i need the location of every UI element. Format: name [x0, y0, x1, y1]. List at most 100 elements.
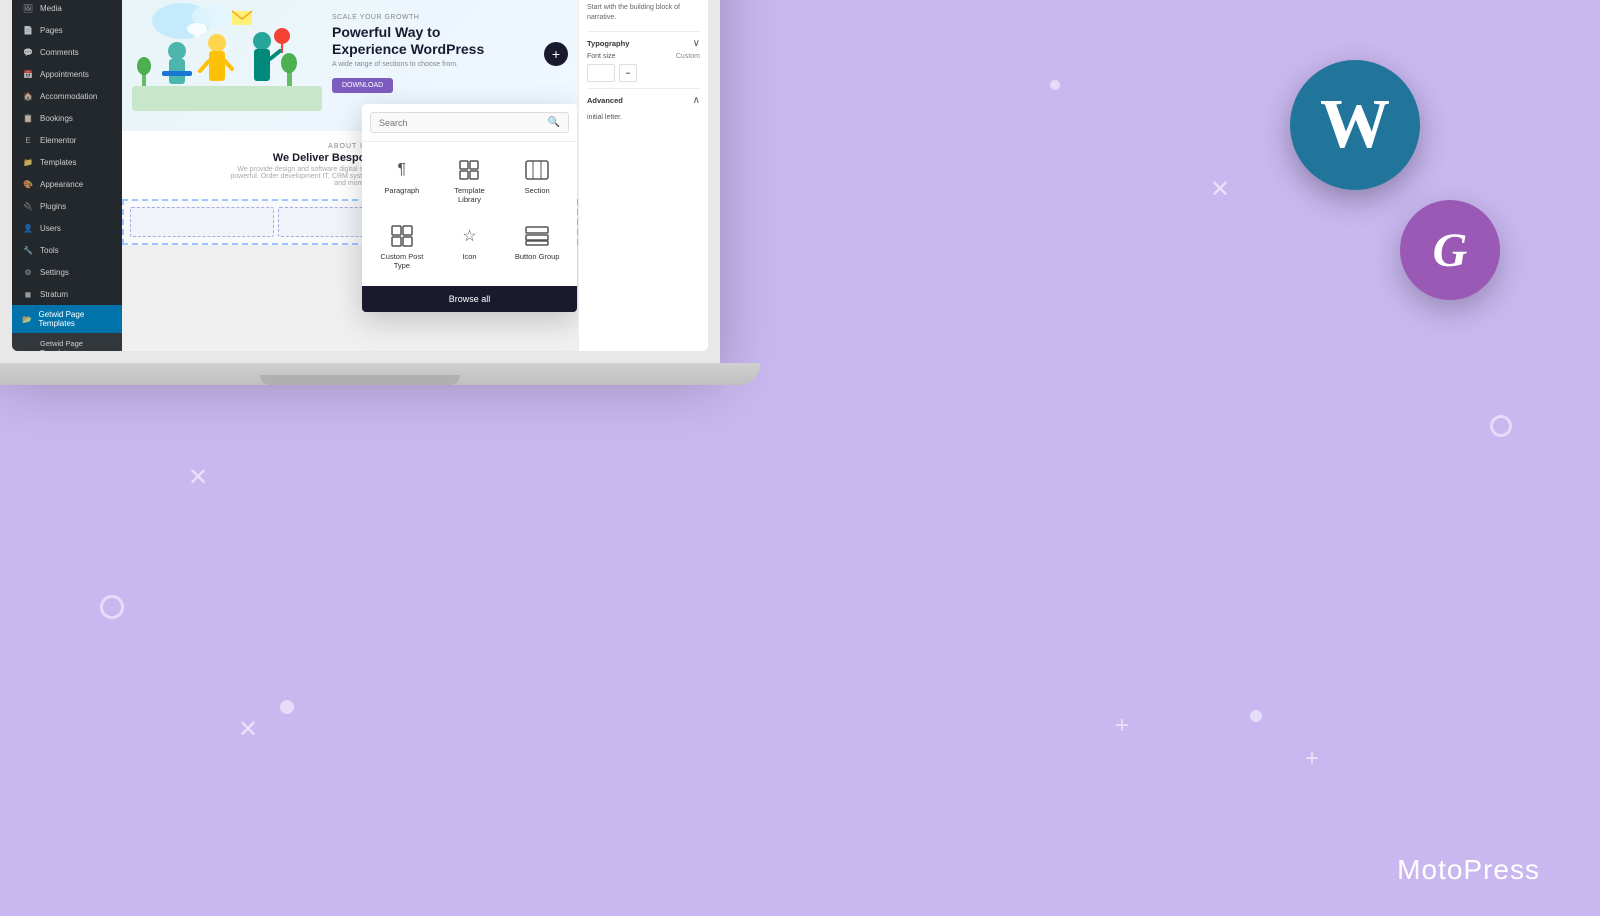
font-size-input[interactable]: [587, 64, 615, 82]
users-icon: 👤: [22, 222, 34, 234]
sidebar-item-accommodation[interactable]: 🏠 Accommodation: [12, 85, 122, 107]
icon-block-icon: ☆: [454, 224, 484, 248]
submenu-getwid-page-templates[interactable]: Getwid Page Templates: [12, 336, 122, 351]
laptop-container: W ⌂ My Sites Bora Demo + New ⊞ Dashboard…: [0, 0, 760, 425]
hero-content: Scale Your Growth Powerful Way toExperie…: [332, 14, 563, 93]
sidebar-label-users: Users: [40, 224, 61, 233]
motopress-text: MotoPress: [1397, 854, 1540, 885]
add-section-button[interactable]: +: [544, 42, 568, 66]
sidebar-label-getwid: Getwid Page Templates: [38, 310, 112, 328]
panel-typography-header: Typography ∨: [587, 38, 700, 49]
motopress-brand: MotoPress: [1397, 854, 1540, 886]
sidebar-item-appearance[interactable]: 🎨 Appearance: [12, 173, 122, 195]
right-panel: Page Template Block ✕ ¶ Paragraph Start …: [578, 0, 708, 351]
panel-block-description: Start with the building block of narrati…: [587, 3, 700, 23]
block-item-section[interactable]: Section: [507, 152, 567, 210]
hero-title: Powerful Way toExperience WordPress: [332, 24, 563, 58]
dot-4: [280, 700, 294, 714]
browse-all-button[interactable]: Browse all: [362, 286, 577, 312]
appearance-icon: 🎨: [22, 178, 34, 190]
sidebar-item-stratum[interactable]: ◼ Stratum: [12, 283, 122, 305]
editor-area: + ✎ ↩ ↪ ℹ ≡ Template Library Preview Pub…: [122, 0, 708, 351]
hero-desc: A wide range of sections to choose from.: [332, 61, 563, 68]
sidebar-label-settings: Settings: [40, 268, 69, 277]
grid-cell-1: [130, 207, 274, 237]
accommodation-icon: 🏠: [22, 90, 34, 102]
block-label-section: Section: [525, 186, 550, 195]
sidebar-label-elementor: Elementor: [40, 136, 76, 145]
sidebar-label-media: Media: [40, 4, 62, 13]
hero-subtitle: Scale Your Growth: [332, 14, 563, 21]
panel-divider-1: [587, 31, 700, 32]
font-size-custom-label: Custom: [676, 53, 700, 60]
getwid-icon: 📂: [22, 313, 32, 325]
grammarly-letter: G: [1433, 223, 1468, 278]
font-size-label: Font size: [587, 53, 615, 60]
laptop-base: [0, 363, 760, 385]
ring-2: [100, 595, 124, 619]
sidebar-item-elementor[interactable]: E Elementor: [12, 129, 122, 151]
sidebar-item-settings[interactable]: ⚙ Settings: [12, 261, 122, 283]
advanced-expand-icon[interactable]: ∧: [693, 95, 700, 106]
block-item-template-library[interactable]: Template Library: [440, 152, 500, 210]
sidebar-item-media[interactable]: 🖼 Media: [12, 0, 122, 19]
block-item-paragraph[interactable]: ¶ Paragraph: [372, 152, 432, 210]
pages-icon: 📄: [22, 24, 34, 36]
hero-svg-illustration: [132, 0, 322, 111]
wordpress-logo: W: [1290, 60, 1420, 190]
font-size-decrement[interactable]: −: [619, 64, 637, 82]
custom-post-type-icon: [387, 224, 417, 248]
sidebar-label-comments: Comments: [40, 48, 79, 57]
templates-icon: 📁: [22, 156, 34, 168]
stratum-icon: ◼: [22, 288, 34, 300]
block-search: 🔍: [362, 104, 577, 142]
section-icon: [522, 158, 552, 182]
tools-icon: 🔧: [22, 244, 34, 256]
settings-icon: ⚙: [22, 266, 34, 278]
sidebar-item-tools[interactable]: 🔧 Tools: [12, 239, 122, 261]
dot-3: [1250, 710, 1262, 722]
appointments-icon: 📅: [22, 68, 34, 80]
panel-divider-2: [587, 88, 700, 89]
sidebar-label-accommodation: Accommodation: [40, 92, 97, 101]
sidebar-item-appointments[interactable]: 📅 Appointments: [12, 63, 122, 85]
typography-collapse-icon[interactable]: ∨: [693, 38, 700, 49]
cross-2: ✕: [1210, 175, 1230, 204]
sidebar-item-pages[interactable]: 📄 Pages: [12, 19, 122, 41]
sidebar-item-users[interactable]: 👤 Users: [12, 217, 122, 239]
panel-advanced-header: Advanced ∧: [587, 95, 700, 106]
block-label-template-library: Template Library: [444, 186, 496, 204]
block-label-custom-post-type: Custom Post Type: [376, 252, 428, 270]
sidebar-label-appearance: Appearance: [40, 180, 83, 189]
sidebar-item-bookings[interactable]: 📋 Bookings: [12, 107, 122, 129]
paragraph-icon: ¶: [387, 158, 417, 182]
sidebar-item-plugins[interactable]: 🔌 Plugins: [12, 195, 122, 217]
cross-6: +: [1305, 745, 1319, 773]
sidebar-item-templates[interactable]: 📁 Templates: [12, 151, 122, 173]
laptop-screen: W ⌂ My Sites Bora Demo + New ⊞ Dashboard…: [12, 0, 708, 351]
block-item-icon[interactable]: ☆ Icon: [440, 218, 500, 276]
button-group-icon: [522, 224, 552, 248]
bookings-icon: 📋: [22, 112, 34, 124]
cross-4: ✕: [188, 463, 208, 492]
block-search-input[interactable]: [379, 118, 548, 128]
sidebar-label-pages: Pages: [40, 26, 63, 35]
sidebar-label-plugins: Plugins: [40, 202, 66, 211]
hero-download-button[interactable]: DOWNLOAD: [332, 78, 393, 93]
wp-admin-sidebar: W ⌂ My Sites Bora Demo + New ⊞ Dashboard…: [12, 0, 122, 351]
block-label-button-group: Button Group: [515, 252, 560, 261]
cross-5: ✕: [238, 715, 258, 744]
laptop-body: W ⌂ My Sites Bora Demo + New ⊞ Dashboard…: [0, 0, 720, 363]
page-preview: Getwid Simple Blocks ▾ Advanced Blocks ▾…: [122, 0, 578, 351]
sidebar-item-comments[interactable]: 💬 Comments: [12, 41, 122, 63]
font-size-controls: −: [587, 64, 700, 82]
cross-3: +: [1115, 712, 1129, 740]
block-label-paragraph: Paragraph: [384, 186, 419, 195]
sidebar-label-bookings: Bookings: [40, 114, 73, 123]
sidebar-label-appointments: Appointments: [40, 70, 89, 79]
advanced-label: Advanced: [587, 96, 623, 105]
sidebar-item-getwid[interactable]: 📂 Getwid Page Templates: [12, 305, 122, 333]
block-item-custom-post-type[interactable]: Custom Post Type: [372, 218, 432, 276]
panel-font-size-row: Font size Custom: [587, 53, 700, 60]
block-item-button-group[interactable]: Button Group: [507, 218, 567, 276]
